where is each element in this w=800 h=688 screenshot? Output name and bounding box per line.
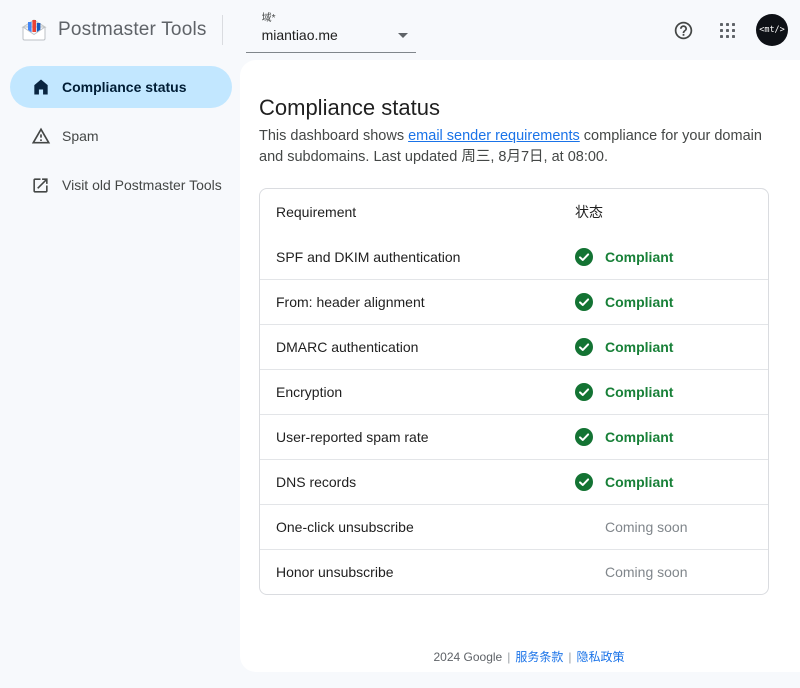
requirement-cell: User-reported spam rate <box>260 429 575 445</box>
status-label: Compliant <box>605 429 673 445</box>
status-cell: Compliant <box>575 293 768 311</box>
sidebar-nav: Compliance status Spam Visit old Postmas… <box>0 60 240 688</box>
domain-selector-value: miantiao.me <box>262 25 338 45</box>
postmaster-tools-logo-icon <box>20 17 48 43</box>
status-cell: Coming soon <box>575 518 768 536</box>
card-footer: 2024 Google | 服务条款 | 隐私政策 <box>259 648 799 665</box>
status-label: Compliant <box>605 294 673 310</box>
brand: Postmaster Tools <box>0 17 207 43</box>
footer-separator: | <box>568 650 571 664</box>
table-row: One-click unsubscribe Coming soon <box>260 504 768 549</box>
terms-of-service-link[interactable]: 服务条款 <box>515 650 563 664</box>
status-label: Compliant <box>605 249 673 265</box>
footer-copyright: 2024 Google <box>433 650 502 664</box>
requirement-cell: DMARC authentication <box>260 339 575 355</box>
status-cell: Compliant <box>575 428 768 446</box>
sidebar-item-visit-old-postmaster-tools[interactable]: Visit old Postmaster Tools <box>10 164 232 206</box>
sidebar-item-compliance-status[interactable]: Compliance status <box>10 66 232 108</box>
help-button[interactable] <box>664 11 702 49</box>
description-prefix: This dashboard shows <box>259 128 408 144</box>
main-content-card: Compliance status This dashboard shows e… <box>240 60 800 672</box>
footer-separator: | <box>507 650 510 664</box>
compliant-check-icon <box>575 428 593 446</box>
compliance-table: Requirement 状态 SPF and DKIM authenticati… <box>259 188 769 595</box>
requirement-cell: From: header alignment <box>260 294 575 310</box>
external-link-icon <box>31 175 51 195</box>
domain-selector[interactable]: 域* miantiao.me <box>246 7 416 53</box>
account-avatar[interactable]: <mt/> <box>756 14 788 46</box>
requirement-cell: One-click unsubscribe <box>260 519 575 535</box>
status-cell: Compliant <box>575 473 768 491</box>
table-row: DNS records Compliant <box>260 459 768 504</box>
compliant-check-icon <box>575 293 593 311</box>
page-title: Compliance status <box>259 95 799 121</box>
header-actions: <mt/> <box>664 11 800 49</box>
status-label: Compliant <box>605 474 673 490</box>
requirement-cell: Honor unsubscribe <box>260 564 575 580</box>
status-label: Compliant <box>605 384 673 400</box>
page-description: This dashboard shows email sender requir… <box>259 126 773 168</box>
compliant-check-icon <box>575 383 593 401</box>
sidebar-item-label: Spam <box>62 128 99 144</box>
status-label: Coming soon <box>605 519 688 535</box>
compliant-check-icon <box>575 248 593 266</box>
header-divider <box>222 15 223 45</box>
table-row: DMARC authentication Compliant <box>260 324 768 369</box>
sidebar-item-label: Visit old Postmaster Tools <box>62 177 222 193</box>
sidebar-item-label: Compliance status <box>62 79 186 95</box>
status-cell: Compliant <box>575 338 768 356</box>
privacy-policy-link[interactable]: 隐私政策 <box>576 650 624 664</box>
dropdown-arrow-icon <box>398 33 408 38</box>
status-cell: Compliant <box>575 248 768 266</box>
app-title: Postmaster Tools <box>58 19 207 41</box>
sidebar-item-spam[interactable]: Spam <box>10 115 232 157</box>
status-cell: Compliant <box>575 383 768 401</box>
table-header-row: Requirement 状态 <box>260 189 768 234</box>
home-icon <box>31 77 51 97</box>
email-sender-requirements-link[interactable]: email sender requirements <box>408 128 580 144</box>
status-label: Coming soon <box>605 564 688 580</box>
top-app-bar: Postmaster Tools 域* miantiao.me <mt/> <box>0 0 800 60</box>
status-cell: Coming soon <box>575 563 768 581</box>
status-label: Compliant <box>605 339 673 355</box>
column-header-status: 状态 <box>575 202 768 222</box>
requirement-cell: SPF and DKIM authentication <box>260 249 575 265</box>
warning-icon <box>31 126 51 146</box>
domain-selector-label: 域* <box>262 12 408 25</box>
requirement-cell: Encryption <box>260 384 575 400</box>
table-row: From: header alignment Compliant <box>260 279 768 324</box>
compliant-check-icon <box>575 338 593 356</box>
help-icon <box>673 20 694 41</box>
apps-grid-button[interactable] <box>708 11 746 49</box>
table-row: User-reported spam rate Compliant <box>260 414 768 459</box>
compliant-check-icon <box>575 473 593 491</box>
requirement-cell: DNS records <box>260 474 575 490</box>
table-row: Honor unsubscribe Coming soon <box>260 549 768 594</box>
compliance-table-body: SPF and DKIM authentication Compliant Fr… <box>260 234 768 594</box>
column-header-requirement: Requirement <box>260 204 575 220</box>
apps-grid-icon <box>719 22 736 39</box>
table-row: Encryption Compliant <box>260 369 768 414</box>
table-row: SPF and DKIM authentication Compliant <box>260 234 768 279</box>
